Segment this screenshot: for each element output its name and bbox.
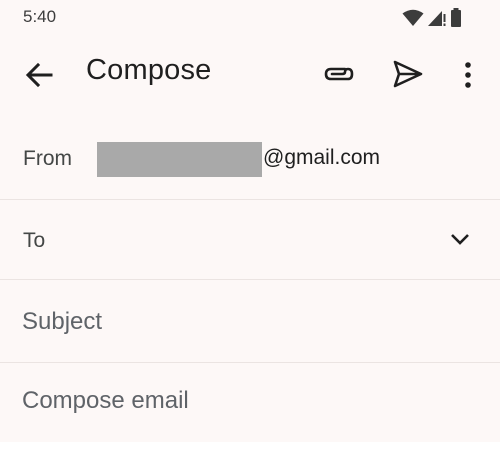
- status-time: 5:40: [23, 7, 57, 26]
- battery-icon: [451, 8, 461, 27]
- to-row: To: [0, 200, 500, 280]
- from-label: From: [23, 147, 72, 170]
- to-field[interactable]: [70, 220, 434, 262]
- send-icon[interactable]: [392, 59, 424, 89]
- from-row: From @gmail.com: [0, 118, 500, 200]
- redacted-email-username: [97, 142, 262, 177]
- back-arrow-icon[interactable]: [24, 60, 54, 90]
- chevron-down-icon[interactable]: [449, 230, 471, 248]
- subject-field[interactable]: [22, 304, 477, 340]
- status-bar: 5:40: [0, 0, 500, 36]
- app-bar: Compose: [0, 44, 500, 104]
- body-row: [0, 363, 500, 442]
- cellular-signal-icon: [428, 11, 446, 26]
- compose-screen: 5:40 Compose From @gmail.com To Subject …: [0, 0, 500, 442]
- subject-row: [0, 280, 500, 363]
- attach-icon[interactable]: [322, 61, 356, 87]
- compose-email-field[interactable]: [22, 383, 477, 419]
- status-icons: [402, 8, 462, 28]
- page-title: Compose: [86, 54, 212, 86]
- from-email-domain[interactable]: @gmail.com: [263, 146, 380, 170]
- to-label: To: [23, 229, 46, 252]
- more-vert-icon[interactable]: [458, 60, 478, 90]
- wifi-icon: [402, 9, 424, 26]
